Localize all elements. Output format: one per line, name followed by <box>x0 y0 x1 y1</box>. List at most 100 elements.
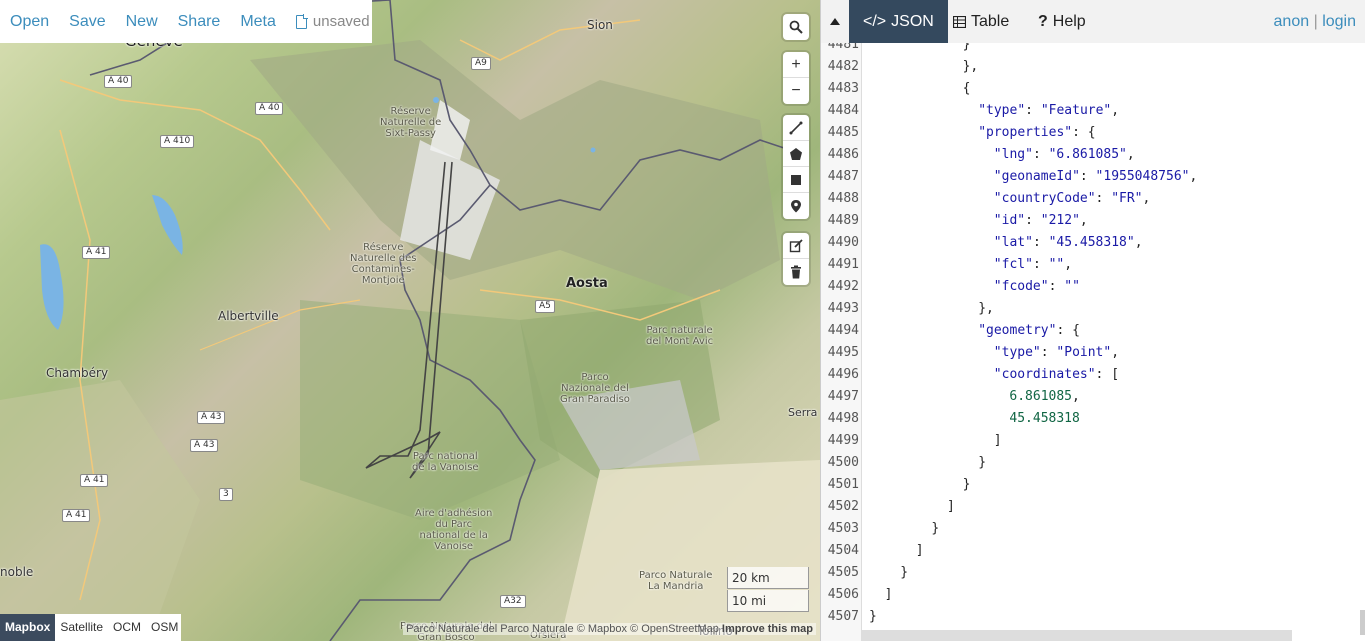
line-number: 4485 <box>827 125 859 140</box>
code-token: "properties" <box>978 125 1073 140</box>
code-token: "FR" <box>1111 191 1143 206</box>
auth-links: anon | login <box>1274 13 1356 31</box>
vertical-scrollbar[interactable] <box>1360 610 1365 635</box>
search-control <box>783 14 809 40</box>
code-token: "212" <box>1040 213 1080 228</box>
line-number: 4502 <box>827 499 859 514</box>
draw-line-button[interactable] <box>783 115 809 141</box>
new-button[interactable]: New <box>126 13 158 31</box>
map-search-button[interactable] <box>783 14 809 40</box>
collapse-panel-button[interactable] <box>821 0 849 43</box>
open-button[interactable]: Open <box>10 13 49 31</box>
code-token: : <box>1040 345 1057 360</box>
attribution-text[interactable]: © Mapbox © OpenStreetMap <box>577 623 719 635</box>
edit-features-button[interactable] <box>783 233 809 259</box>
map-label-serra: Serra c <box>788 406 820 419</box>
code-token: : <box>1079 169 1096 184</box>
map-label-albertville: Albertville <box>218 309 279 323</box>
code-line: "fcode": "" <box>994 279 1080 294</box>
code-line: "coordinates": [ <box>994 367 1119 382</box>
code-token: } <box>900 565 909 580</box>
map-label-parc-vanoise: Parc national de la Vanoise <box>412 451 479 473</box>
map-label-aosta: Aosta <box>566 276 608 291</box>
code-token: , <box>1072 389 1080 404</box>
share-button[interactable]: Share <box>178 13 221 31</box>
layer-satellite[interactable]: Satellite <box>55 614 108 641</box>
code-token: } <box>962 477 971 492</box>
layer-mapbox[interactable]: Mapbox <box>0 614 56 641</box>
file-status: unsaved <box>295 13 370 30</box>
save-button[interactable]: Save <box>69 13 105 31</box>
anon-link[interactable]: anon <box>1274 13 1310 30</box>
attribution-overlay: Parco Naturale del Parco Naturale <box>406 623 574 635</box>
code-token: "type" <box>978 103 1026 118</box>
scale-imperial: 10 mi <box>727 590 809 612</box>
delete-features-button[interactable] <box>783 259 809 285</box>
code-token: "geonameId" <box>993 169 1080 184</box>
scale-metric: 20 km <box>727 567 809 589</box>
line-number: 4490 <box>827 235 859 250</box>
code-line: }, <box>978 301 994 316</box>
road-shield: A 43 <box>197 411 226 424</box>
edit-control <box>783 233 809 285</box>
code-line: ] <box>885 587 893 602</box>
line-number: 4499 <box>827 433 859 448</box>
table-icon <box>953 15 966 28</box>
map-label-parc-gran-paradiso: Parco Nazionale del Gran Paradiso <box>560 372 630 405</box>
login-link[interactable]: login <box>1322 13 1356 30</box>
tab-table[interactable]: Table <box>939 0 1023 43</box>
code-token: : { <box>1056 323 1080 338</box>
code-line: } <box>900 565 908 580</box>
help-icon: ? <box>1038 12 1048 30</box>
code-token: "Point" <box>1056 345 1112 360</box>
tab-table-label: Table <box>971 12 1010 30</box>
draw-rectangle-button[interactable] <box>783 167 809 193</box>
code-token: 6.861085 <box>1009 389 1073 404</box>
code-line: "type": "Feature", <box>978 103 1119 118</box>
code-line: }, <box>963 59 979 74</box>
line-number: 4495 <box>827 345 859 360</box>
map-label-reserve-contamines: Réserve Naturelle des Contamines- Montjo… <box>350 242 417 286</box>
edit-icon <box>789 238 803 252</box>
line-number: 4504 <box>827 543 859 558</box>
code-token: ] <box>915 543 924 558</box>
code-token: 45.458318 <box>1009 411 1080 426</box>
code-token: { <box>962 81 971 96</box>
code-token: "geometry" <box>978 323 1057 338</box>
layer-osm[interactable]: OSM <box>146 614 183 641</box>
panel-header: </> JSON Table ? Help anon | login <box>821 0 1365 43</box>
line-number: 4487 <box>827 169 859 184</box>
zoom-in-button[interactable]: + <box>783 52 809 78</box>
meta-button[interactable]: Meta <box>240 13 276 31</box>
json-editor[interactable]: 4481 4482 4483 4484 4485 4486 4487 4488 4489 4490… <box>821 43 1365 641</box>
tab-json[interactable]: </> JSON <box>849 0 948 43</box>
draw-marker-button[interactable] <box>783 193 809 219</box>
code-line: } <box>963 43 971 52</box>
code-line: "lat": "45.458318", <box>994 235 1143 250</box>
layer-ocm[interactable]: OCM <box>108 614 146 641</box>
improve-map-link[interactable]: Improve this map <box>722 623 813 635</box>
line-number: 4493 <box>827 301 859 316</box>
code-token: : <box>1095 191 1112 206</box>
code-line: "countryCode": "FR", <box>994 191 1151 206</box>
code-line: "geometry": { <box>978 323 1080 338</box>
code-icon: </> <box>863 12 887 30</box>
code-token: ] <box>993 433 1002 448</box>
terrain-layer <box>0 0 820 641</box>
tab-help-label: Help <box>1052 12 1086 30</box>
zoom-out-button[interactable]: − <box>783 78 809 104</box>
map-label-parc-mont-avic: Parc naturale del Mont Avic <box>646 325 714 347</box>
code-token: , <box>1111 345 1120 360</box>
draw-polygon-button[interactable] <box>783 141 809 167</box>
code-token: "coordinates" <box>993 367 1096 382</box>
line-number: 4488 <box>827 191 859 206</box>
horizontal-scrollbar[interactable] <box>862 630 1292 641</box>
code-token: , <box>1079 213 1088 228</box>
road-shield: A 41 <box>62 509 91 522</box>
map-canvas[interactable]: Genève Sion Aosta Albertville Chambéry n… <box>0 0 820 641</box>
tab-help[interactable]: ? Help <box>1024 0 1100 43</box>
code-token: , <box>1134 235 1143 250</box>
road-shield: A 43 <box>190 439 219 452</box>
code-token: ] <box>884 587 893 602</box>
code-line: "properties": { <box>978 125 1095 140</box>
